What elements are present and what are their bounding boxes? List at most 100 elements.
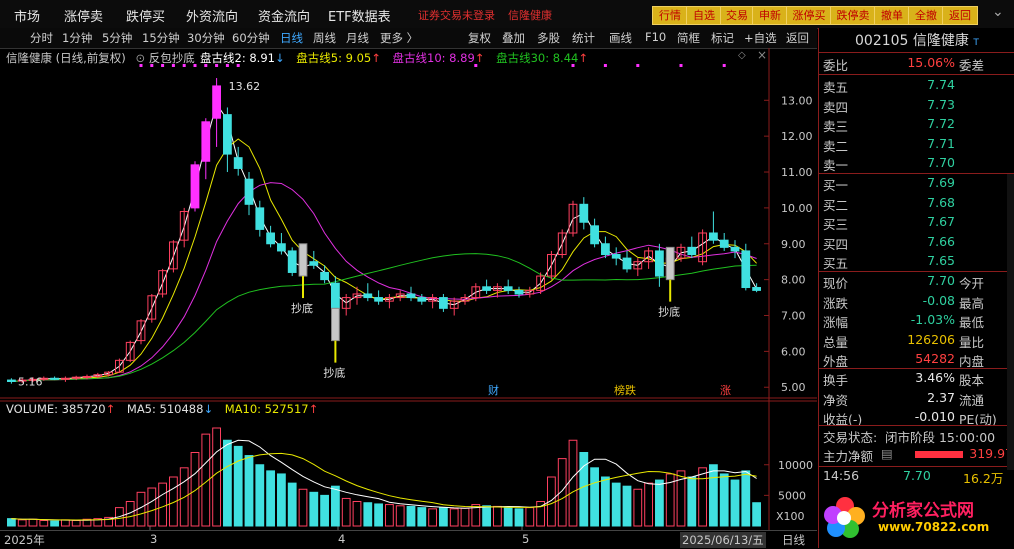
bids-row: 买一 7.69 bbox=[823, 175, 955, 193]
panel-scrollbar[interactable] bbox=[1007, 174, 1014, 470]
candle-body bbox=[374, 297, 383, 302]
tool-overlay[interactable]: 叠加 bbox=[502, 30, 525, 46]
stock-notice: 信隆健康 bbox=[508, 9, 552, 22]
event-marker: 涨 bbox=[720, 384, 731, 397]
volume-bar bbox=[277, 473, 286, 527]
volume-bar bbox=[71, 519, 81, 527]
trade-button[interactable]: 交易 bbox=[720, 6, 754, 25]
tool-simple[interactable]: 简框 bbox=[677, 30, 700, 46]
candle-body bbox=[277, 243, 286, 252]
kline-chart[interactable]: 5.00 6.00 7.00 8.00 9.00 10.00 11.00 12.00 13.00… bbox=[0, 48, 817, 536]
menu-foreign-flow[interactable]: 外资流向 bbox=[186, 6, 238, 25]
period-month[interactable]: 月线 bbox=[346, 30, 369, 46]
candle-body bbox=[417, 297, 427, 302]
volume-bar bbox=[255, 464, 265, 527]
volume-bar bbox=[7, 518, 16, 527]
tool-f10[interactable]: F10 bbox=[645, 30, 666, 44]
volume-bar bbox=[449, 508, 459, 527]
quote-button[interactable]: 行情 bbox=[652, 6, 688, 25]
price-tick-label: 7.00 bbox=[781, 310, 806, 323]
tool-adjust[interactable]: 复权 bbox=[468, 30, 491, 46]
candle-body bbox=[320, 271, 329, 281]
menu-limit-up-sell[interactable]: 涨停卖 bbox=[64, 6, 103, 25]
tool-mark[interactable]: 标记 bbox=[711, 30, 734, 46]
stats2-row: 换手 3.46% 股本 bbox=[823, 370, 985, 388]
limit-down-sell-button[interactable]: 跌停卖 bbox=[830, 6, 876, 25]
volume-bar bbox=[719, 473, 729, 527]
asks-row: 卖三 7.72 bbox=[823, 116, 955, 134]
menu-more-icon[interactable]: ⌄ bbox=[992, 4, 1004, 20]
menu-capital-flow[interactable]: 资金流向 bbox=[258, 6, 310, 25]
volume-bar bbox=[395, 505, 405, 527]
period-1min[interactable]: 1分钟 bbox=[62, 30, 92, 46]
candle-body bbox=[601, 243, 610, 256]
period-more[interactable]: 更多 〉 bbox=[380, 30, 418, 46]
stats-row: 涨幅 -1.03% 最低 bbox=[823, 312, 985, 330]
asks-row: 卖二 7.71 bbox=[823, 135, 955, 154]
volume-bar bbox=[611, 482, 621, 527]
stats-row: 涨跌 -0.08 最高 bbox=[823, 292, 985, 311]
vol-legend-ma10: MA10: 527517↑ bbox=[224, 402, 319, 416]
candle-body bbox=[730, 246, 740, 252]
period-day[interactable]: 日线 bbox=[280, 30, 303, 46]
volume-bar bbox=[374, 503, 383, 527]
volume-bar bbox=[741, 470, 751, 527]
candle-body bbox=[655, 250, 664, 277]
watchlist-button[interactable]: 自选 bbox=[686, 6, 722, 25]
volume-bar bbox=[212, 427, 221, 527]
watermark-url: www.70822.com bbox=[878, 520, 990, 534]
volume-bar bbox=[341, 497, 351, 527]
tool-multi[interactable]: 多股 bbox=[537, 30, 560, 46]
status-row: 交易状态: 闭市阶段 15:00:00 bbox=[823, 430, 996, 445]
watermark-title: 分析家公式网 bbox=[872, 501, 974, 521]
info-icon[interactable]: T bbox=[973, 38, 979, 48]
period-60min[interactable]: 60分钟 bbox=[232, 30, 270, 46]
tool-stats[interactable]: 统计 bbox=[572, 30, 595, 46]
price-tick-label: 5.00 bbox=[781, 381, 806, 394]
top-menu-bar: 市场 涨停卖 跌停买 外资流向 资金流向 ETF数据表 证券交易未登录 信隆健康… bbox=[0, 0, 1014, 29]
date-label-year: 2025年 bbox=[4, 533, 45, 547]
tool-back[interactable]: 返回 bbox=[786, 30, 809, 46]
flow-icon[interactable]: ▤ bbox=[881, 446, 893, 461]
quote-panel: 002105 信隆健康 T 委比 15.06% 委差 卖五 7.74 卖四 7.73 卖… bbox=[818, 28, 1014, 548]
tool-draw[interactable]: 画线 bbox=[609, 30, 632, 46]
cancel-order-button[interactable]: 撤单 bbox=[874, 6, 910, 25]
volume-bar bbox=[503, 507, 513, 527]
volume-bar bbox=[460, 507, 470, 527]
back-button[interactable]: 返回 bbox=[942, 6, 978, 25]
ma-legend: 盘古线2: 8.91↓ 盘古线5: 9.05↑ 盘古线10: 8.89↑ 盘古线… bbox=[200, 50, 588, 66]
chart-title: 信隆健康 (日线,前复权) bbox=[6, 51, 126, 65]
limit-up-buy-button[interactable]: 涨停买 bbox=[786, 6, 832, 25]
axis-labels: 5.00 6.00 7.00 8.00 9.00 10.00 11.00 12.00 13.00… bbox=[764, 94, 813, 523]
flow-bar bbox=[915, 451, 963, 458]
signal-dot bbox=[679, 64, 683, 67]
candle-body bbox=[233, 157, 243, 169]
period-15min[interactable]: 15分钟 bbox=[142, 30, 180, 46]
menu-market[interactable]: 市场 bbox=[14, 6, 40, 25]
indicator-name[interactable]: 反包抄底 bbox=[149, 51, 195, 65]
candle-body bbox=[266, 232, 275, 245]
login-notice[interactable]: 证券交易未登录 bbox=[418, 7, 495, 23]
ma-legend-10: 盘古线10: 8.89↑ bbox=[392, 51, 485, 65]
event-marker: 榜跌 bbox=[614, 383, 636, 397]
close-icon[interactable]: × bbox=[757, 48, 767, 62]
candle-body bbox=[482, 286, 491, 291]
candle-body bbox=[514, 289, 524, 295]
volume-bar bbox=[309, 491, 319, 527]
volume-bar bbox=[244, 455, 254, 527]
price-tick-label: 11.00 bbox=[781, 166, 813, 179]
period-tick[interactable]: 分时 bbox=[30, 30, 53, 46]
asks-row: 卖一 7.70 bbox=[823, 155, 955, 173]
period-5min[interactable]: 5分钟 bbox=[102, 30, 132, 46]
chart-title-row: 信隆健康 (日线,前复权) ⊙ 反包抄底 bbox=[6, 50, 195, 66]
menu-etf-table[interactable]: ETF数据表 bbox=[328, 6, 391, 25]
subscribe-button[interactable]: 申新 bbox=[752, 6, 788, 25]
tool-add-watch[interactable]: +自选 bbox=[744, 30, 777, 46]
menu-limit-down-buy[interactable]: 跌停买 bbox=[126, 6, 165, 25]
indicator-dropdown-icon[interactable]: ⊙ bbox=[135, 51, 145, 65]
cancel-all-button[interactable]: 全撤 bbox=[908, 6, 944, 25]
period-30min[interactable]: 30分钟 bbox=[187, 30, 225, 46]
volume-bar bbox=[385, 504, 394, 527]
period-week[interactable]: 周线 bbox=[313, 30, 336, 46]
diamond-icon[interactable]: ◇ bbox=[738, 50, 746, 61]
